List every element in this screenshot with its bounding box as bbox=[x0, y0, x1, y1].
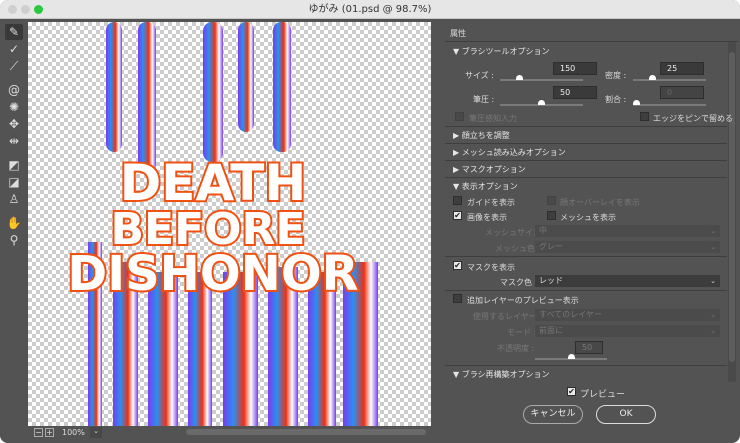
size-slider[interactable] bbox=[500, 75, 583, 81]
density-label: 密度 : bbox=[605, 71, 627, 80]
section-brush-reconstruct[interactable]: ▼ ブラシ再構築オプション bbox=[453, 369, 550, 380]
show-image-checkbox[interactable]: ✔ bbox=[453, 211, 462, 220]
zoom-in-button[interactable]: + bbox=[45, 428, 54, 437]
show-image-label: 画像を表示 bbox=[467, 213, 507, 222]
size-input[interactable]: 150 bbox=[553, 62, 597, 75]
mesh-size-select: 中 ⌄ bbox=[535, 225, 720, 237]
show-face-overlay-label: 顔オーバーレイを表示 bbox=[560, 198, 640, 207]
brush-reconstruct-label: ブラシ再構築オプション bbox=[461, 370, 550, 379]
mesh-color-select: グレー ⌄ bbox=[535, 241, 720, 253]
section-view-options[interactable]: ▼ 表示オプション bbox=[453, 181, 518, 192]
window-title: ゆがみ (01.psd @ 98.7%) bbox=[308, 4, 432, 15]
show-mask-checkbox[interactable]: ✔ bbox=[453, 261, 462, 270]
rate-label: 割合 : bbox=[605, 95, 627, 104]
smooth-tool-icon[interactable]: ⟋ bbox=[5, 58, 23, 74]
preview-canvas[interactable]: DEATH BEFORE DISHONOR bbox=[28, 22, 431, 426]
thaw-mask-tool-icon[interactable]: ◪ bbox=[5, 174, 23, 190]
pressure-slider[interactable] bbox=[500, 100, 583, 106]
mode-select: 前面に ⌄ bbox=[535, 325, 720, 337]
density-slider[interactable] bbox=[633, 75, 706, 81]
zoom-level: 100% bbox=[62, 428, 85, 437]
pressure-label: 筆圧 : bbox=[473, 95, 495, 104]
stylus-pressure-checkbox bbox=[455, 112, 464, 121]
hand-tool-icon[interactable]: ✋ bbox=[5, 215, 23, 231]
panel-title: 属性 bbox=[450, 29, 466, 38]
status-bar: − + 100% ⌄ bbox=[28, 426, 438, 440]
density-input[interactable]: 25 bbox=[660, 62, 704, 75]
freeze-mask-tool-icon[interactable]: ◩ bbox=[5, 157, 23, 173]
section-face-aware[interactable]: ▶ 顔立ちを調整 bbox=[453, 130, 510, 141]
minimize-button[interactable] bbox=[21, 5, 30, 14]
push-left-tool-icon[interactable]: ⇹ bbox=[5, 133, 23, 149]
vertical-scrollbar[interactable] bbox=[728, 42, 736, 382]
show-guides-label: ガイドを表示 bbox=[467, 198, 515, 207]
pin-edges-label: エッジをピンで留める bbox=[653, 114, 733, 123]
mode-label: モード : bbox=[507, 328, 537, 337]
preview-label: プレビュー bbox=[580, 390, 626, 400]
use-label: 使用するレイヤー : bbox=[473, 312, 542, 321]
show-guides-checkbox[interactable] bbox=[453, 196, 462, 205]
toolbar: ✎ ✓ ⟋ @ ✺ ✥ ⇹ ◩ ◪ ♙ ✋ ⚲ bbox=[0, 20, 27, 443]
show-face-overlay-checkbox bbox=[547, 196, 556, 205]
twirl-tool-icon[interactable]: @ bbox=[5, 82, 23, 98]
reconstruct-tool-icon[interactable]: ✓ bbox=[5, 41, 23, 57]
show-mask-label: マスクを表示 bbox=[467, 263, 515, 272]
section-load-mesh[interactable]: ▶ メッシュ読み込みオプション bbox=[453, 147, 566, 158]
zoom-tool-icon[interactable]: ⚲ bbox=[5, 232, 23, 248]
use-layer-select: すべてのレイヤー ⌄ bbox=[535, 309, 720, 321]
section-brush-options[interactable]: ▼ ブラシツールオプション bbox=[453, 46, 550, 57]
zoom-out-button[interactable]: − bbox=[34, 428, 43, 437]
pucker-tool-icon[interactable]: ✺ bbox=[5, 99, 23, 115]
size-label: サイズ : bbox=[465, 71, 494, 80]
section-mask-options[interactable]: ▶ マスクオプション bbox=[453, 164, 526, 175]
bloat-tool-icon[interactable]: ✥ bbox=[5, 116, 23, 132]
forward-warp-tool-icon[interactable]: ✎ bbox=[5, 24, 23, 40]
show-backdrop-label: 追加レイヤーのプレビュー表示 bbox=[467, 296, 579, 305]
artwork: DEATH BEFORE DISHONOR bbox=[65, 22, 378, 426]
stylus-pressure-label: 筆圧感知入力 bbox=[469, 114, 517, 123]
show-mesh-checkbox[interactable] bbox=[547, 211, 556, 220]
pressure-input[interactable]: 50 bbox=[553, 86, 597, 99]
preview-checkbox[interactable]: ✔ bbox=[567, 387, 576, 396]
face-tool-icon[interactable]: ♙ bbox=[5, 191, 23, 207]
opacity-slider bbox=[535, 354, 607, 360]
rate-input: 0 bbox=[660, 86, 704, 99]
show-mesh-label: メッシュを表示 bbox=[560, 213, 616, 222]
zoom-window-button[interactable] bbox=[34, 5, 43, 14]
mask-color-select[interactable]: レッド ⌄ bbox=[535, 275, 720, 287]
title-bar: ゆがみ (01.psd @ 98.7%) bbox=[0, 0, 740, 19]
ok-button[interactable]: OK bbox=[596, 405, 656, 424]
close-button[interactable] bbox=[8, 5, 17, 14]
zoom-dropdown[interactable]: ⌄ bbox=[90, 427, 102, 438]
properties-panel: 属性 ▼ ブラシツールオプション サイズ : 150 密度 : 25 筆圧 : … bbox=[445, 24, 738, 443]
opacity-input: 50 bbox=[575, 341, 603, 354]
show-backdrop-checkbox[interactable] bbox=[453, 294, 462, 303]
horizontal-scrollbar[interactable] bbox=[186, 429, 426, 435]
cancel-button[interactable]: キャンセル bbox=[523, 405, 583, 424]
liquify-dialog: ゆがみ (01.psd @ 98.7%) ✎ ✓ ⟋ @ ✺ ✥ ⇹ ◩ ◪ ♙… bbox=[0, 0, 740, 443]
opacity-label: 不透明度 : bbox=[497, 344, 535, 353]
art-line-3: DISHONOR bbox=[67, 246, 358, 302]
pin-edges-checkbox[interactable] bbox=[640, 112, 649, 121]
rate-slider bbox=[633, 100, 706, 106]
mask-color-label: マスク色 : bbox=[500, 278, 538, 287]
mesh-color-label: メッシュ色 : bbox=[495, 244, 541, 253]
